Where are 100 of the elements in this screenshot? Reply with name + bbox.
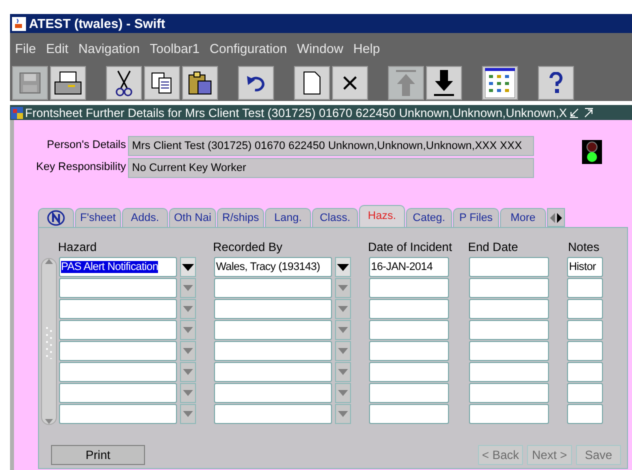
end-date-field[interactable]	[469, 257, 549, 277]
notes-field[interactable]: Histor	[567, 257, 603, 277]
hazard-field[interactable]	[59, 299, 177, 319]
dropdown-button[interactable]	[335, 257, 351, 277]
column-header: Hazard	[58, 240, 97, 254]
caret-icon	[183, 327, 193, 333]
end-date-field[interactable]	[469, 383, 549, 403]
toolbar-button[interactable]	[144, 66, 180, 100]
tab[interactable]: R/ships	[217, 208, 264, 227]
recorded-by-field[interactable]	[214, 320, 332, 340]
caret-icon	[183, 306, 193, 312]
end-date-field[interactable]	[469, 404, 549, 424]
field-label: Key Responsibility	[36, 160, 126, 175]
recorded-by-field[interactable]	[214, 341, 332, 361]
date-field[interactable]	[369, 383, 449, 403]
tab[interactable]: F'sheet	[75, 208, 121, 227]
hazard-field[interactable]	[59, 278, 177, 298]
recorded-by-field[interactable]	[214, 278, 332, 298]
toolbar-button[interactable]	[426, 66, 462, 100]
end-date-field[interactable]	[469, 362, 549, 382]
menu-item[interactable]: Edit	[46, 39, 68, 59]
tab[interactable]: More	[500, 208, 546, 227]
menu-item[interactable]: File	[15, 39, 36, 59]
end-date-field[interactable]	[469, 299, 549, 319]
caret-icon	[338, 327, 348, 333]
date-field[interactable]	[369, 278, 449, 298]
recorded-by-field[interactable]: Wales, Tracy (193143)	[214, 257, 332, 277]
date-field[interactable]	[369, 362, 449, 382]
caret-icon	[338, 306, 348, 312]
text-field[interactable]: Mrs Client Test (301725) 01670 622450 Unknown,Unknown,Unknown,XXX XXX	[128, 136, 534, 156]
toolbar-button[interactable]	[482, 66, 518, 100]
help-question-icon	[549, 72, 563, 94]
toolbar-button[interactable]	[50, 66, 86, 100]
grip-dots-icon	[45, 324, 53, 358]
navigation-tab[interactable]	[38, 208, 74, 227]
tab[interactable]: Lang.	[264, 208, 311, 227]
end-date-field[interactable]	[469, 341, 549, 361]
hazard-field[interactable]	[59, 404, 177, 424]
caret-icon	[183, 411, 193, 417]
end-date-field[interactable]	[469, 320, 549, 340]
date-field[interactable]: 16-JAN-2014	[369, 257, 449, 277]
date-field[interactable]	[369, 341, 449, 361]
toolbar-button[interactable]	[294, 66, 330, 100]
tab[interactable]: Oth Nai	[169, 208, 216, 227]
recorded-by-field[interactable]	[214, 362, 332, 382]
form-icon	[11, 106, 23, 118]
compass-n-icon	[47, 210, 65, 226]
recorded-by-field[interactable]	[214, 383, 332, 403]
recorded-by-field[interactable]	[214, 404, 332, 424]
menu-item[interactable]: Toolbar1	[150, 39, 200, 59]
date-field[interactable]	[369, 404, 449, 424]
column-header: Date of Incident	[368, 240, 452, 254]
end-date-field[interactable]	[469, 278, 549, 298]
toolbar-button[interactable]	[182, 66, 218, 100]
toolbar-button[interactable]	[238, 66, 274, 100]
dropdown-button[interactable]	[180, 257, 196, 277]
recorded-by-field[interactable]	[214, 299, 332, 319]
left-right-arrows-icon	[550, 212, 562, 224]
field-label: Person's Details	[46, 138, 126, 153]
caret-icon	[337, 264, 349, 270]
caret-icon	[182, 264, 194, 270]
hazard-field[interactable]: PAS Alert Notification	[59, 257, 177, 277]
x-icon	[342, 75, 358, 91]
up-caret-icon	[45, 259, 53, 264]
caret-icon	[338, 369, 348, 375]
maximize-icon	[584, 108, 594, 118]
hazard-field[interactable]	[59, 362, 177, 382]
caret-icon	[338, 285, 348, 291]
scissors-icon	[114, 69, 134, 97]
tab-scroll-button[interactable]	[546, 208, 565, 227]
menu-item[interactable]: Window	[297, 39, 344, 59]
copy-icon	[150, 71, 174, 95]
printer-icon	[53, 70, 83, 96]
notes-field[interactable]	[567, 278, 603, 298]
notes-field[interactable]	[567, 383, 603, 403]
toolbar-button[interactable]	[332, 66, 368, 100]
notes-field[interactable]	[567, 362, 603, 382]
tab[interactable]: Class.	[312, 208, 358, 227]
date-field[interactable]	[369, 320, 449, 340]
menu-item[interactable]: Configuration	[210, 39, 287, 59]
hazard-field[interactable]	[59, 341, 177, 361]
form-button[interactable]: Print	[51, 445, 145, 465]
tab[interactable]: Categ.	[406, 208, 452, 227]
notes-field[interactable]	[567, 341, 603, 361]
undo-arrow-icon	[245, 74, 267, 92]
toolbar-button[interactable]	[538, 66, 574, 100]
menu-item[interactable]: Help	[353, 39, 380, 59]
scroll-bar[interactable]	[41, 258, 57, 425]
blank-page-icon	[303, 71, 321, 95]
notes-field[interactable]	[567, 404, 603, 424]
text-field[interactable]: No Current Key Worker	[128, 158, 534, 178]
toolbar-button[interactable]	[106, 66, 142, 100]
notes-field[interactable]	[567, 299, 603, 319]
date-field[interactable]	[369, 299, 449, 319]
tab[interactable]: P Files	[452, 208, 499, 227]
hazard-field[interactable]	[59, 383, 177, 403]
tab[interactable]: Adds.	[122, 208, 168, 227]
hazard-field[interactable]	[59, 320, 177, 340]
notes-field[interactable]	[567, 320, 603, 340]
menu-item[interactable]: Navigation	[78, 39, 140, 59]
